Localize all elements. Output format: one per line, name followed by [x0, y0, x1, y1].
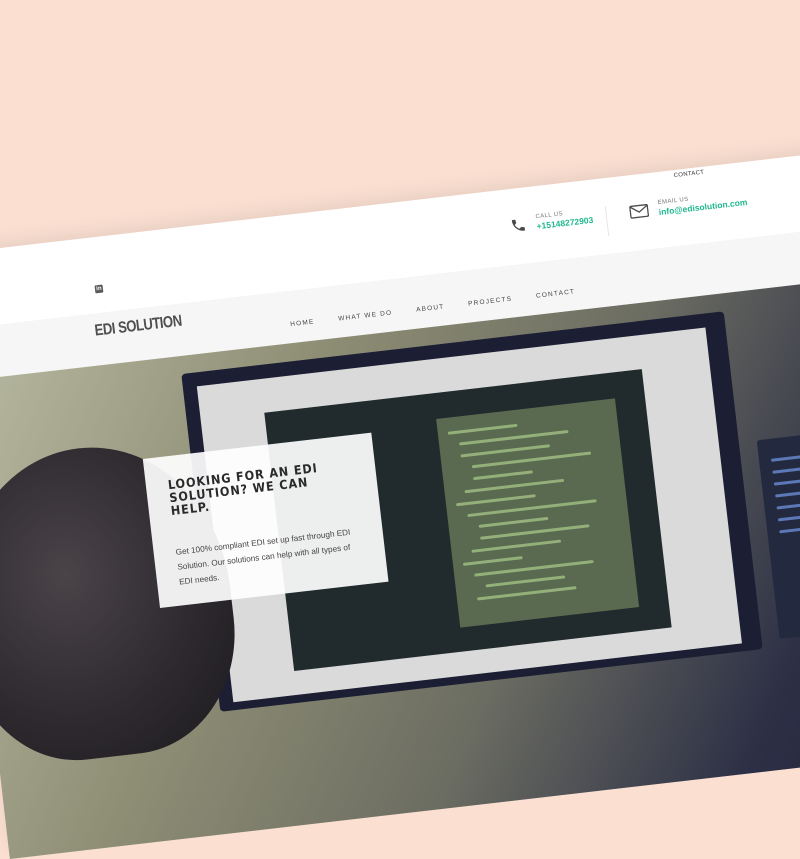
hero-card: LOOKING FOR AN EDI SOLUTION? WE CAN HELP…: [142, 432, 389, 609]
nav-item-what-we-do[interactable]: WHAT WE DO: [338, 309, 393, 322]
code-pane: [436, 398, 640, 628]
email-us-block[interactable]: EMAIL US info@edisolution.com: [629, 190, 748, 220]
phone-icon: [511, 219, 525, 231]
hero-background-side-screen: [756, 420, 800, 640]
hero-heading: LOOKING FOR AN EDI SOLUTION? WE CAN HELP…: [167, 460, 319, 519]
nav-item-about[interactable]: ABOUT: [416, 303, 445, 313]
info-divider: [604, 206, 610, 237]
nav-item-contact[interactable]: CONTACT: [536, 288, 576, 299]
nav-item-projects[interactable]: PROJECTS: [468, 296, 513, 308]
topbar-contact-link[interactable]: CONTACT: [673, 170, 704, 179]
linkedin-icon[interactable]: in: [94, 284, 104, 294]
nav-item-home[interactable]: HOME: [290, 318, 315, 328]
mail-icon: [629, 203, 649, 219]
site-logo[interactable]: EDI SOLUTION: [94, 313, 183, 341]
call-us-block[interactable]: CALL US +15148272903: [509, 208, 594, 234]
website-screenshot: CONTACT in CALL US +15148272903 EMAIL US…: [0, 140, 800, 859]
hero-body-text: Get 100% compliant EDI set up fast throu…: [175, 527, 351, 587]
